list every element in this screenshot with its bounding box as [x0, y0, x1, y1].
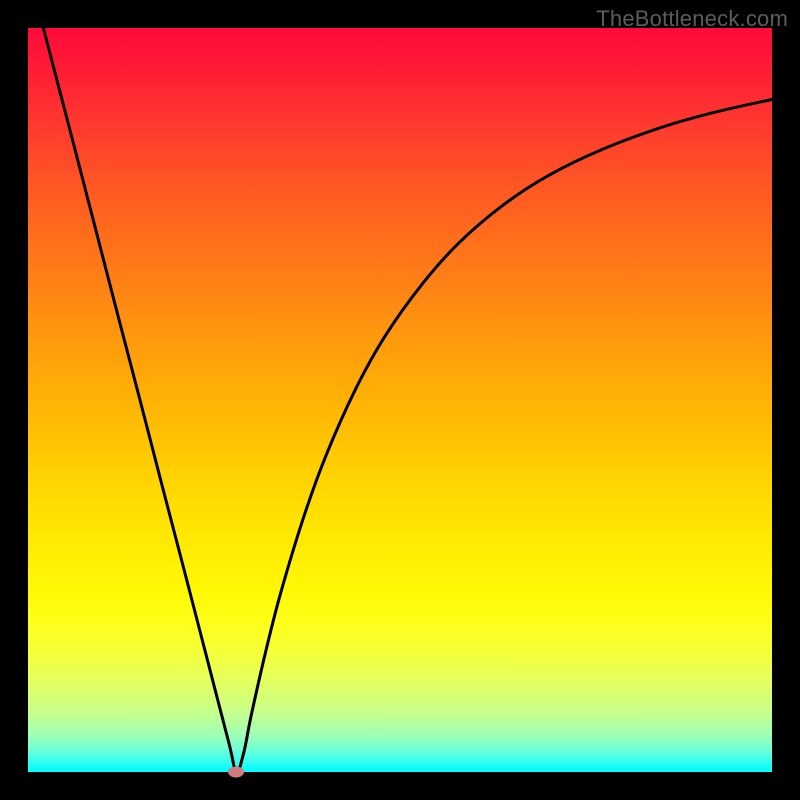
- chart-container: TheBottleneck.com: [0, 0, 800, 800]
- bottleneck-curve: [28, 28, 772, 772]
- minimum-point-dot: [228, 767, 244, 778]
- watermark-label: TheBottleneck.com: [596, 6, 788, 32]
- plot-area: [28, 28, 772, 772]
